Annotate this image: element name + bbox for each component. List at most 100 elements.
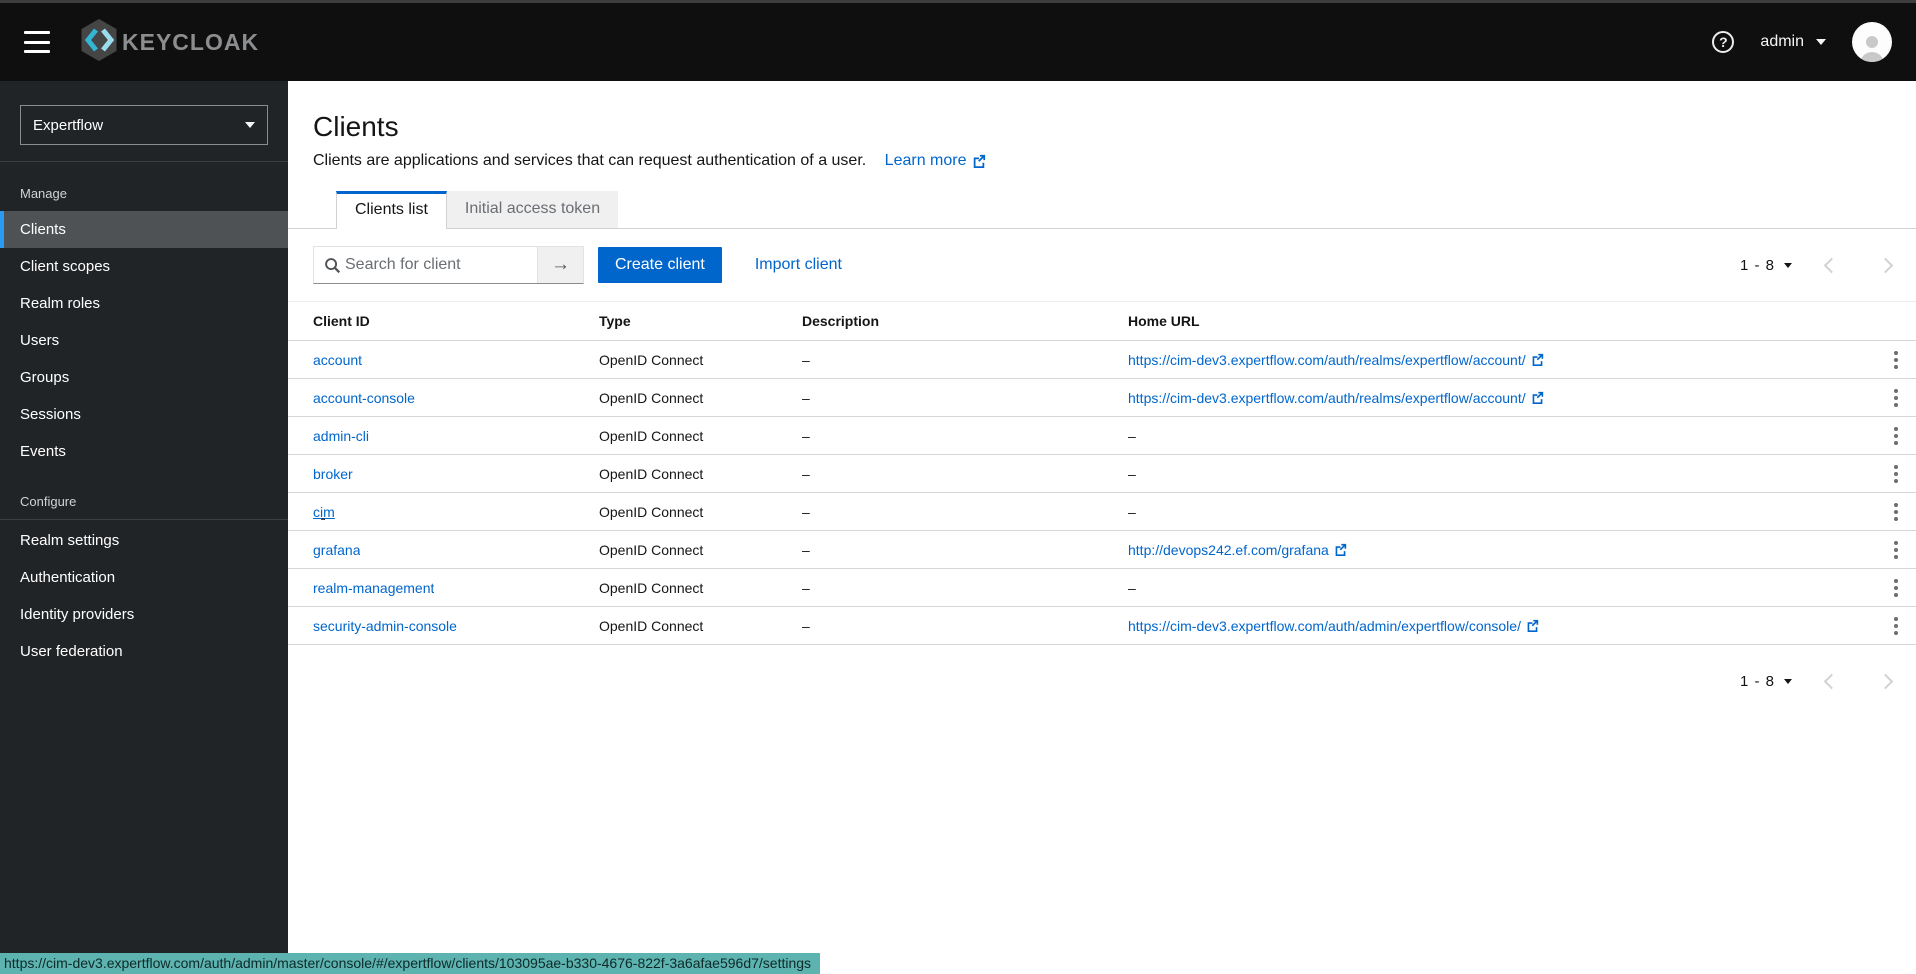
column-header-client-id: Client ID — [313, 313, 599, 329]
client-description: – — [802, 466, 1128, 482]
table-row: account OpenID Connect – https://cim-dev… — [288, 341, 1916, 379]
kebab-menu-button[interactable] — [1884, 421, 1908, 451]
hamburger-menu-button[interactable] — [24, 31, 50, 53]
client-id-link[interactable]: cim — [313, 504, 335, 520]
pagination-range-button[interactable]: 1 - 8 — [1740, 673, 1792, 690]
chevron-left-icon[interactable] — [1816, 250, 1846, 280]
client-type: OpenID Connect — [599, 466, 802, 482]
learn-more-link[interactable]: Learn more — [885, 152, 986, 170]
main-content: Clients Clients are applications and ser… — [288, 81, 1916, 974]
kebab-menu-button[interactable] — [1884, 535, 1908, 565]
realm-selector-box: Expertflow — [0, 81, 288, 162]
home-url-link[interactable]: http://devops242.ef.com/grafana — [1128, 542, 1347, 558]
sidebar-item-authentication[interactable]: Authentication — [0, 559, 288, 596]
clients-table: Client IDTypeDescriptionHome URL account… — [288, 301, 1916, 645]
table-body: account OpenID Connect – https://cim-dev… — [288, 341, 1916, 645]
client-home-url: https://cim-dev3.expertflow.com/auth/rea… — [1128, 352, 1860, 368]
kebab-menu-button[interactable] — [1884, 497, 1908, 527]
cursor-hand-icon — [316, 517, 333, 520]
column-header-description: Description — [802, 313, 1128, 329]
client-id-link[interactable]: security-admin-console — [313, 618, 457, 634]
caret-down-icon — [1784, 679, 1792, 684]
help-icon[interactable]: ? — [1712, 31, 1734, 53]
sidebar-nav: ManageClientsClient scopesRealm rolesUse… — [0, 180, 288, 670]
chevron-right-icon[interactable] — [1870, 666, 1900, 696]
search-submit-button[interactable]: → — [537, 247, 583, 283]
home-url-link[interactable]: https://cim-dev3.expertflow.com/auth/adm… — [1128, 618, 1539, 634]
caret-down-icon — [245, 122, 255, 128]
client-description: – — [802, 390, 1128, 406]
page-title: Clients — [313, 111, 1892, 143]
sidebar-item-client-scopes[interactable]: Client scopes — [0, 248, 288, 285]
sidebar-item-clients[interactable]: Clients — [0, 211, 288, 248]
sidebar-item-sessions[interactable]: Sessions — [0, 396, 288, 433]
client-id-link[interactable]: grafana — [313, 542, 360, 558]
client-id-link[interactable]: account — [313, 352, 362, 368]
keycloak-logo: KEYCLOAK — [78, 17, 259, 68]
client-type: OpenID Connect — [599, 428, 802, 444]
client-description: – — [802, 580, 1128, 596]
pagination-range-button[interactable]: 1 - 8 — [1740, 257, 1792, 274]
tab-initial-access-token[interactable]: Initial access token — [447, 191, 618, 228]
column-header-type: Type — [599, 313, 802, 329]
chevron-left-icon[interactable] — [1816, 666, 1846, 696]
external-link-icon — [972, 154, 986, 168]
external-link-icon — [1531, 353, 1544, 366]
search-input[interactable] — [345, 247, 537, 283]
client-type: OpenID Connect — [599, 390, 802, 406]
client-description: – — [802, 542, 1128, 558]
table-row: cim OpenID Connect – – — [288, 493, 1916, 531]
kebab-menu-button[interactable] — [1884, 573, 1908, 603]
kebab-menu-button[interactable] — [1884, 611, 1908, 641]
client-home-url: – — [1128, 580, 1860, 596]
user-menu-button[interactable]: admin — [1760, 33, 1826, 51]
realm-name: Expertflow — [33, 117, 103, 134]
client-id-link[interactable]: broker — [313, 466, 353, 482]
tabs: Clients listInitial access token — [288, 191, 1916, 229]
client-description: – — [802, 352, 1128, 368]
client-home-url: – — [1128, 504, 1860, 520]
tab-clients-list[interactable]: Clients list — [336, 191, 447, 229]
nav-section-label: Manage — [0, 180, 288, 211]
caret-down-icon — [1784, 263, 1792, 268]
status-bar: https://cim-dev3.expertflow.com/auth/adm… — [0, 953, 820, 974]
page-subtitle: Clients are applications and services th… — [313, 152, 866, 169]
toolbar: → Create client Import client 1 - 8 — [288, 229, 1916, 301]
external-link-icon — [1531, 391, 1544, 404]
sidebar-item-realm-settings[interactable]: Realm settings — [0, 522, 288, 559]
kebab-menu-button[interactable] — [1884, 459, 1908, 489]
sidebar-item-groups[interactable]: Groups — [0, 359, 288, 396]
table-row: account-console OpenID Connect – https:/… — [288, 379, 1916, 417]
sidebar-item-realm-roles[interactable]: Realm roles — [0, 285, 288, 322]
pagination-bottom: 1 - 8 — [288, 666, 1900, 696]
sidebar-item-users[interactable]: Users — [0, 322, 288, 359]
client-description: – — [802, 428, 1128, 444]
import-client-link[interactable]: Import client — [755, 256, 842, 274]
chevron-right-icon[interactable] — [1870, 250, 1900, 280]
create-client-button[interactable]: Create client — [598, 247, 722, 283]
client-id-link[interactable]: realm-management — [313, 580, 434, 596]
client-type: OpenID Connect — [599, 504, 802, 520]
home-url-link[interactable]: https://cim-dev3.expertflow.com/auth/rea… — [1128, 352, 1544, 368]
external-link-icon — [1334, 543, 1347, 556]
table-row: grafana OpenID Connect – http://devops24… — [288, 531, 1916, 569]
sidebar-item-events[interactable]: Events — [0, 433, 288, 470]
caret-down-icon — [1816, 39, 1826, 45]
topbar-right: ? admin — [1712, 22, 1892, 62]
home-url-link[interactable]: https://cim-dev3.expertflow.com/auth/rea… — [1128, 390, 1544, 406]
kebab-menu-button[interactable] — [1884, 383, 1908, 413]
client-id-link[interactable]: account-console — [313, 390, 415, 406]
user-silhouette-icon — [1857, 32, 1887, 62]
sidebar-item-identity-providers[interactable]: Identity providers — [0, 596, 288, 633]
app-root: KEYCLOAK ? admin Expertflow — [0, 3, 1916, 974]
kebab-menu-button[interactable] — [1884, 345, 1908, 375]
client-description: – — [802, 618, 1128, 634]
client-description: – — [802, 504, 1128, 520]
search-group: → — [313, 246, 584, 284]
client-id-link[interactable]: admin-cli — [313, 428, 369, 444]
client-home-url: http://devops242.ef.com/grafana — [1128, 542, 1860, 558]
avatar[interactable] — [1852, 22, 1892, 62]
realm-selector[interactable]: Expertflow — [20, 105, 268, 145]
client-type: OpenID Connect — [599, 580, 802, 596]
sidebar-item-user-federation[interactable]: User federation — [0, 633, 288, 670]
